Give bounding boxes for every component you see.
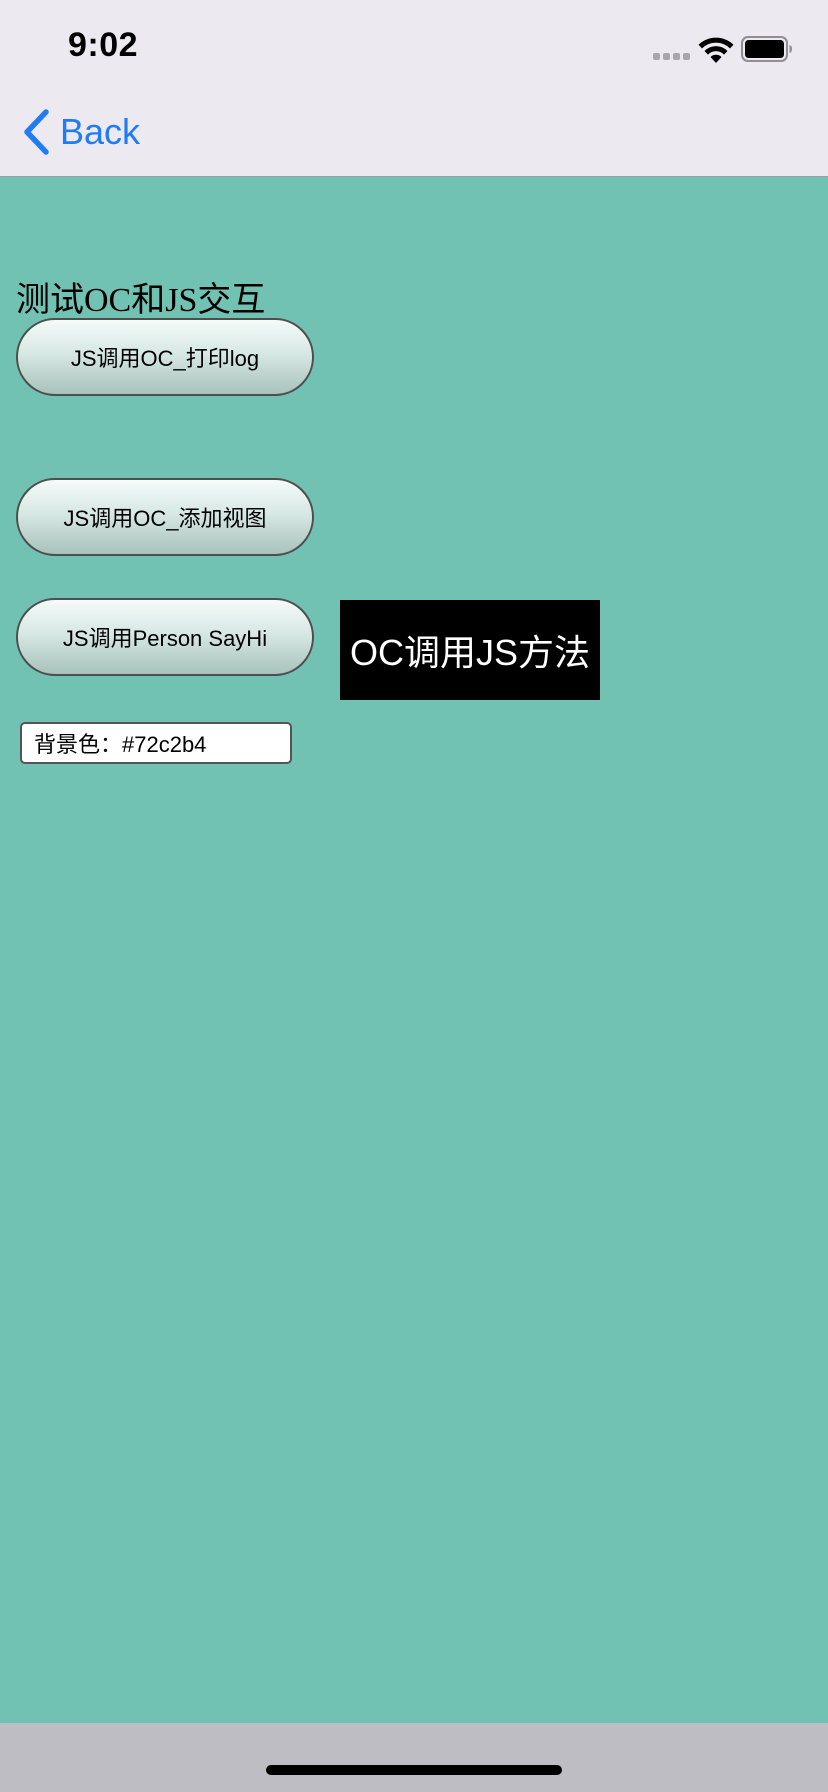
back-button[interactable]: Back	[22, 106, 140, 158]
top-chrome: 9:02 Back	[0, 0, 828, 177]
status-time: 9:02	[68, 26, 139, 64]
chevron-left-icon	[24, 109, 49, 155]
battery-icon	[741, 36, 792, 62]
home-indicator-area	[0, 1723, 828, 1792]
oc-call-js-button[interactable]: OC调用JS方法	[340, 600, 600, 700]
js-call-person-sayhi-button[interactable]: JS调用Person SayHi	[16, 598, 314, 676]
cellular-signal-icon	[653, 53, 691, 61]
js-call-oc-log-button[interactable]: JS调用OC_打印log	[16, 318, 314, 396]
back-label: Back	[60, 111, 141, 152]
home-indicator[interactable]	[266, 1765, 562, 1775]
page-title: 测试OC和JS交互	[16, 282, 266, 319]
background-color-field[interactable]	[20, 722, 292, 764]
wifi-icon	[698, 37, 734, 63]
js-call-oc-add-view-button[interactable]: JS调用OC_添加视图	[16, 478, 314, 556]
